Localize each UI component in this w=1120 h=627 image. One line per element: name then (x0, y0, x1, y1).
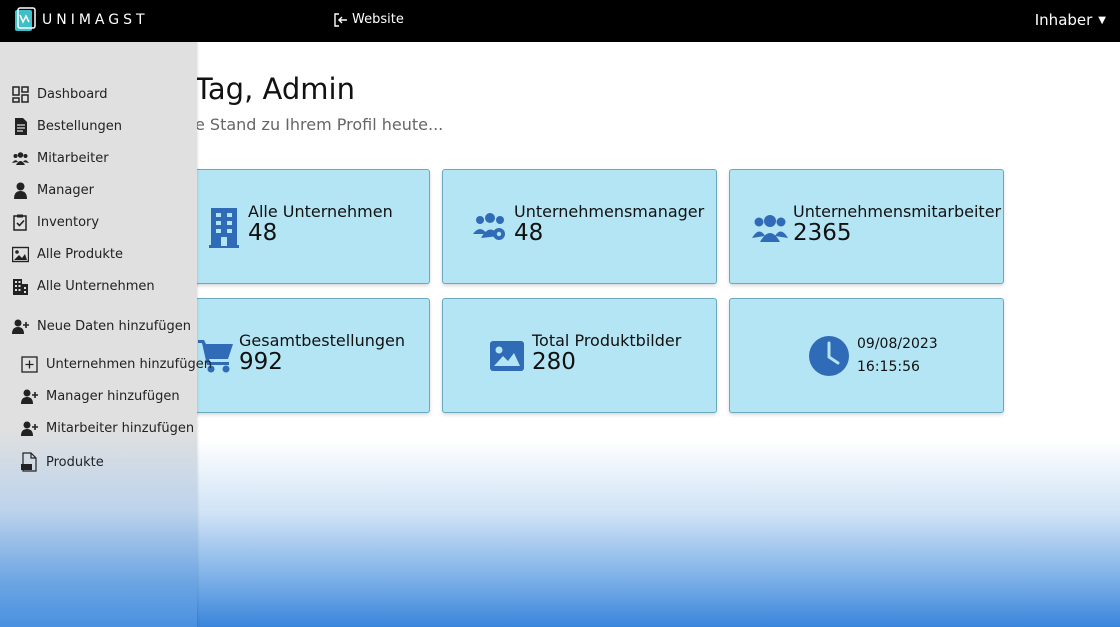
card-label: Unternehmensmitarbeiter (793, 202, 1002, 221)
card-label: Unternehmensmanager (514, 202, 705, 221)
card-unternehmensmitarbeiter[interactable]: Unternehmensmitarbeiter 2365 (729, 169, 1004, 284)
card-value: 280 (532, 349, 576, 375)
current-date: 09/08/2023 (857, 336, 938, 352)
users-icon (752, 215, 788, 242)
user-plus-icon (21, 421, 38, 436)
sidebar-item-manager[interactable]: Manager (12, 182, 94, 199)
user-icon (14, 182, 27, 199)
document-icon (15, 118, 27, 135)
sidebar-item-label: Alle Unternehmen (37, 279, 155, 294)
card-label: Gesamtbestellungen (239, 331, 406, 350)
csv-file-icon (21, 452, 37, 472)
card-value: 48 (248, 220, 278, 246)
sign-out-icon (334, 12, 347, 27)
clipboard-check-icon (13, 214, 27, 231)
chevron-down-icon: ▼ (1098, 14, 1106, 26)
users-icon (12, 152, 29, 165)
sidebar-subitem-manager-hinzufuegen[interactable]: Manager hinzufügen (21, 388, 180, 405)
sidebar-item-label: Mitarbeiter (37, 151, 109, 166)
page-title: Tag, Admin (195, 72, 355, 106)
sidebar-subitem-mitarbeiter-hinzufuegen[interactable]: Mitarbeiter hinzufügen (21, 420, 194, 437)
sidebar: Dashboard Bestellungen Mitarbeiter Manag… (0, 42, 212, 627)
sidebar-item-label: Manager (37, 183, 94, 198)
sidebar-item-label: Bestellungen (37, 119, 122, 134)
sidebar-item-alle-produkte[interactable]: Alle Produkte (12, 246, 123, 263)
sidebar-item-label: Manager hinzufügen (46, 389, 180, 404)
card-label: Alle Unternehmen (248, 202, 393, 221)
sidebar-item-neue-daten[interactable]: Neue Daten hinzufügen (12, 318, 191, 335)
image-icon (12, 246, 29, 263)
sidebar-item-alle-unternehmen[interactable]: Alle Unternehmen (12, 278, 155, 295)
sidebar-item-bestellungen[interactable]: Bestellungen (12, 118, 122, 135)
building-icon (209, 208, 239, 248)
users-gear-icon (473, 213, 505, 240)
sidebar-item-dashboard[interactable]: Dashboard (12, 86, 108, 103)
sidebar-item-inventory[interactable]: Inventory (12, 214, 99, 231)
website-link[interactable]: Website (334, 12, 404, 27)
website-label: Website (352, 12, 404, 27)
sidebar-item-mitarbeiter[interactable]: Mitarbeiter (12, 150, 109, 167)
sidebar-item-label: Neue Daten hinzufügen (37, 319, 191, 334)
sidebar-subitem-unternehmen-hinzufuegen[interactable]: Unternehmen hinzufügen (21, 356, 212, 373)
sidebar-item-label: Alle Produkte (37, 247, 123, 262)
plus-square-icon (21, 356, 38, 373)
user-menu-dropdown[interactable]: Inhaber ▼ (1035, 11, 1106, 29)
sidebar-item-label: Inventory (37, 215, 100, 230)
card-value: 992 (239, 349, 283, 375)
sidebar-subitem-produkte[interactable]: Produkte (21, 452, 104, 472)
card-value: 2365 (793, 220, 852, 246)
card-datetime: 09/08/2023 16:15:56 (729, 298, 1004, 413)
dashboard-icon (12, 86, 29, 103)
top-bar: UNIMAGST Website Inhaber ▼ (0, 0, 1120, 42)
user-menu-label: Inhaber (1034, 11, 1093, 29)
sidebar-item-label: Produkte (46, 454, 104, 470)
current-time: 16:15:56 (857, 359, 920, 375)
user-plus-icon (21, 389, 38, 404)
clock-icon (809, 336, 849, 376)
card-label: Total Produktbilder (532, 331, 682, 350)
card-unternehmensmanager[interactable]: Unternehmensmanager 48 (442, 169, 717, 284)
user-plus-icon (12, 319, 29, 334)
card-value: 48 (514, 220, 544, 246)
card-total-produktbilder[interactable]: Total Produktbilder 280 (442, 298, 717, 413)
building-icon (13, 279, 28, 295)
logo[interactable]: UNIMAGST (12, 7, 149, 33)
image-icon (490, 341, 524, 371)
logo-text: UNIMAGST (42, 12, 149, 28)
page-subtitle: e Stand zu Ihrem Profil heute... (195, 115, 444, 134)
sidebar-item-label: Dashboard (37, 87, 108, 102)
sidebar-item-label: Unternehmen hinzufügen (46, 357, 212, 372)
logo-icon (15, 7, 36, 31)
sidebar-item-label: Mitarbeiter hinzufügen (46, 421, 195, 436)
